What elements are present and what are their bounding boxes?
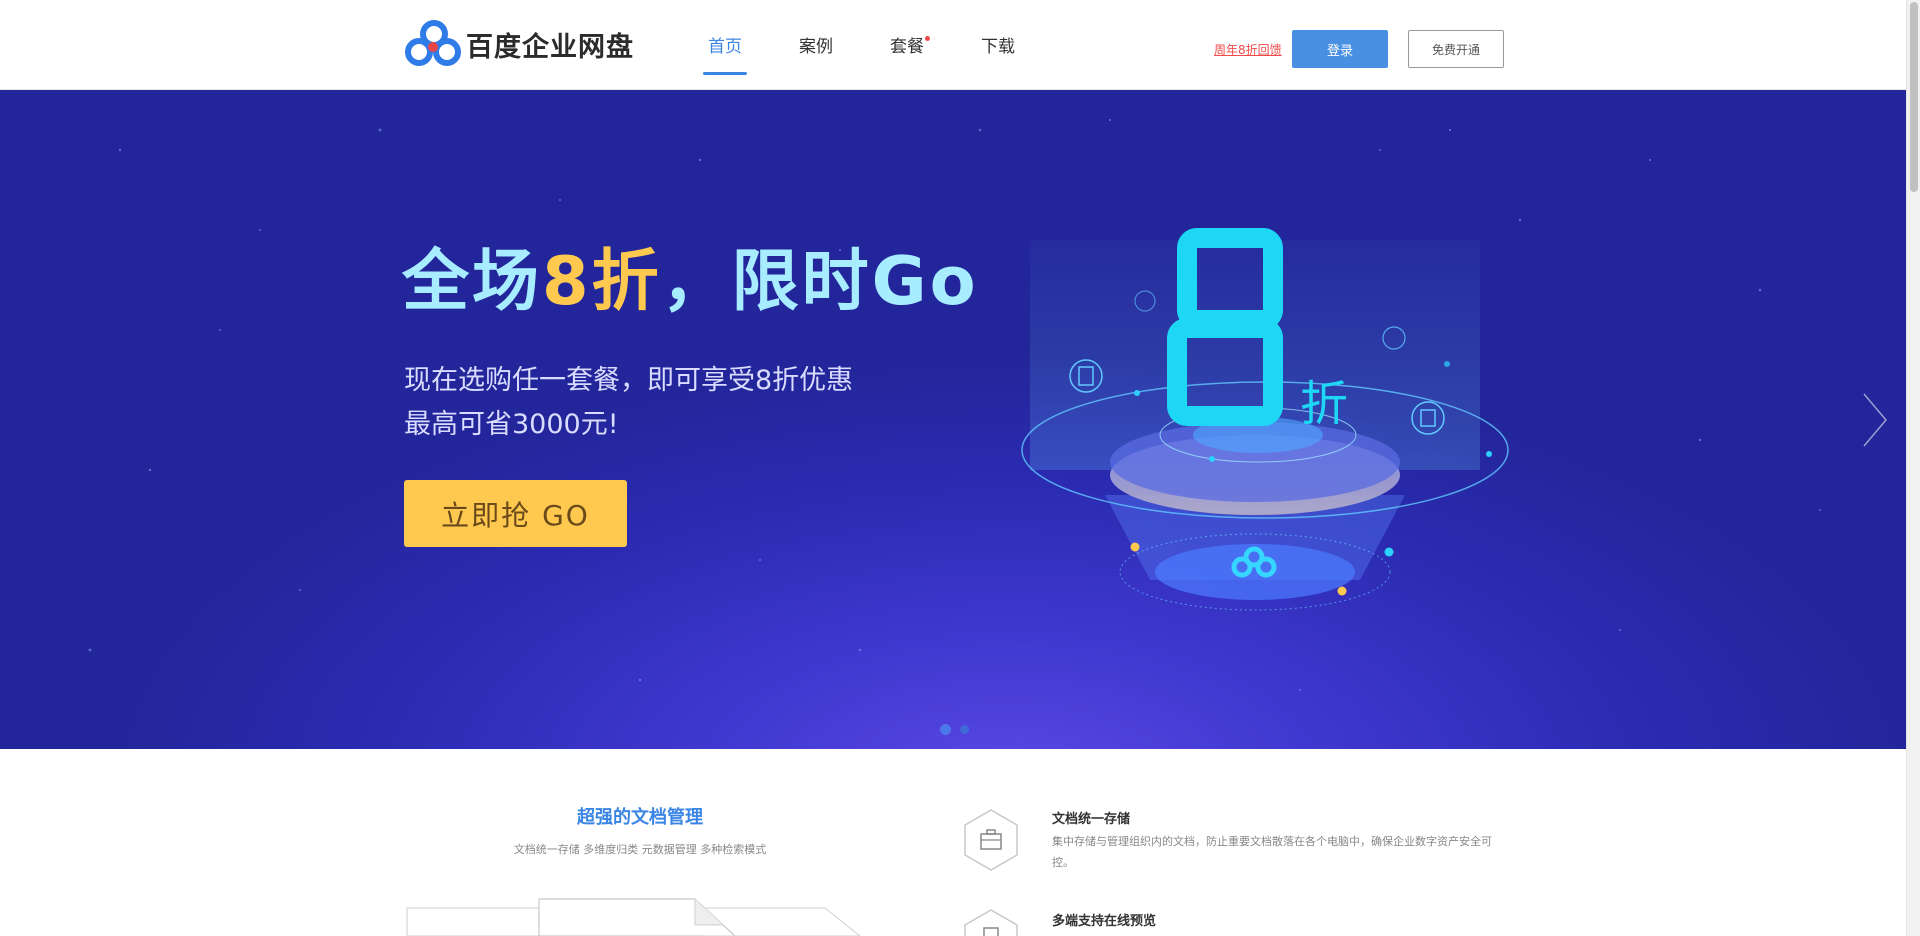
briefcase-icon [964, 809, 1018, 871]
anniversary-promo-link[interactable]: 周年8折回馈 [1214, 41, 1282, 58]
nav-plans[interactable]: 套餐 [890, 0, 930, 90]
free-trial-button[interactable]: 免费开通 [1408, 30, 1504, 68]
new-badge-dot [925, 36, 930, 41]
section-subtitle: 文档统一存储 多维度归类 元数据管理 多种检索模式 [513, 843, 767, 856]
hero-title-part2: ，限时Go [661, 242, 979, 320]
page-scrollbar[interactable] [1906, 0, 1920, 936]
nav-download-label: 下载 [981, 37, 1015, 57]
discount-illustration: 折 [1021, 228, 1509, 611]
nav-plans-label: 套餐 [890, 37, 924, 57]
scrollbar-thumb[interactable] [1910, 2, 1918, 192]
hero-subtitle-line1: 现在选购任一套餐，即可享受8折优惠 [404, 365, 854, 396]
carousel-dot-2[interactable] [960, 725, 969, 734]
hero-title-highlight: 8折 [542, 242, 662, 320]
documents-illustration [406, 898, 861, 936]
hero-title-part1: 全场 [402, 242, 542, 320]
buy-now-button[interactable]: 立即抢 GO [404, 480, 627, 547]
carousel-indicators [940, 724, 969, 735]
feature-name: 文档统一存储 [1052, 812, 1131, 827]
nav-download[interactable]: 下载 [981, 0, 1015, 90]
brand-logo[interactable]: 百度企业网盘 [404, 20, 634, 68]
feature-item: 文档统一存储 集中存储与管理组织内的文档，防止重要文档散落在各个电脑中，确保企业… [962, 808, 1502, 873]
hero-subtitle-line2: 最高可省3000元! [404, 409, 619, 440]
logo-cloud-icon [405, 20, 461, 66]
top-header: 百度企业网盘 首页 案例 套餐 下载 周年8折回馈 登录 免费开通 [0, 0, 1906, 90]
nav-home[interactable]: 首页 [703, 0, 747, 90]
starfield-decoration [88, 119, 1821, 691]
main-nav: 首页 案例 套餐 下载 [703, 0, 1072, 90]
feature-description: 集中存储与管理组织内的文档，防止重要文档散落在各个电脑中，确保企业数字资产安全可… [1052, 835, 1492, 869]
nav-home-label: 首页 [708, 37, 742, 57]
nav-cases-label: 案例 [799, 37, 833, 57]
login-button[interactable]: 登录 [1292, 30, 1388, 68]
feature-item: 多端支持在线预览 [962, 908, 1156, 936]
illustration-zhe-text: 折 [1300, 376, 1348, 432]
carousel-dot-1[interactable] [940, 724, 951, 735]
feature-name: 多端支持在线预览 [1052, 914, 1157, 929]
nav-cases[interactable]: 案例 [799, 0, 833, 90]
section-title: 超强的文档管理 [577, 807, 703, 828]
hero-title: 全场8折，限时Go [402, 248, 979, 315]
promo-banner: 全场8折，限时Go 现在选购任一套餐，即可享受8折优惠 最高可省3000元! 立… [0, 90, 1906, 749]
document-icon [964, 909, 1018, 936]
brand-name: 百度企业网盘 [466, 31, 634, 63]
next-slide-arrow-icon[interactable] [1860, 390, 1890, 450]
